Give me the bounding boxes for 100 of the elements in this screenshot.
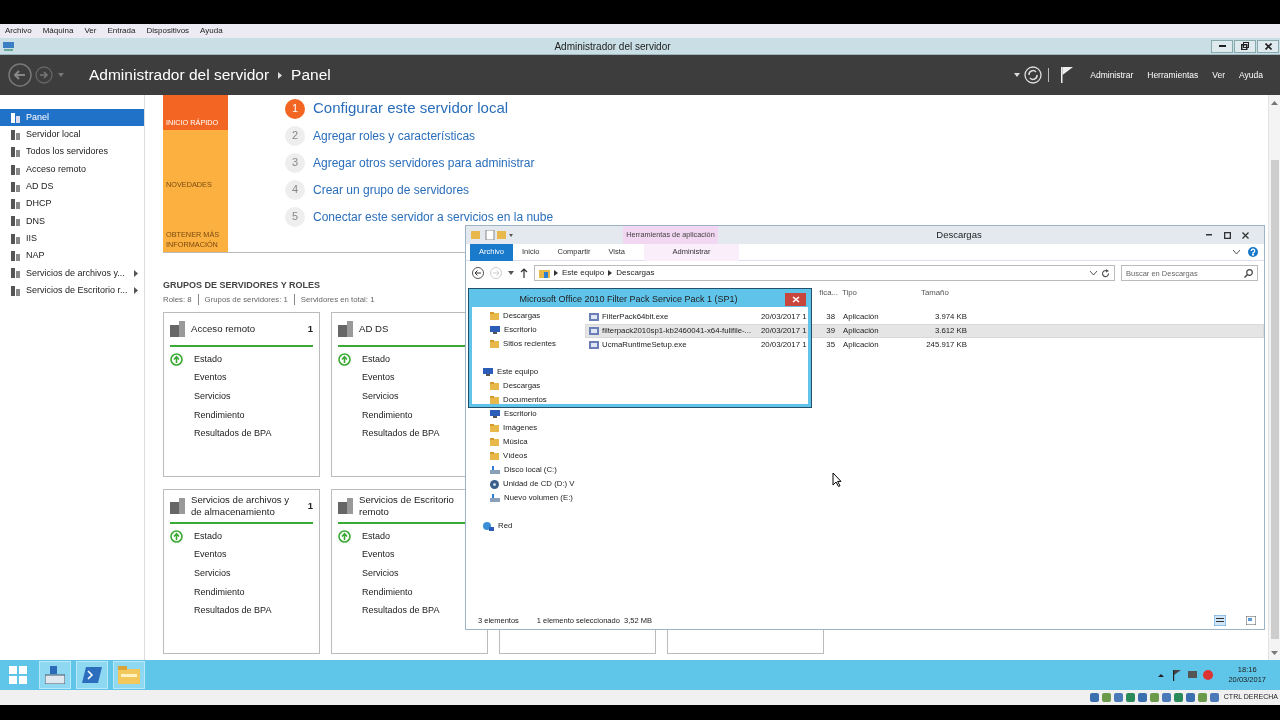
tile-link[interactable]: Rendimiento xyxy=(194,408,245,422)
refresh-icon xyxy=(1101,268,1110,278)
sidebar-item[interactable]: DNS xyxy=(0,212,144,231)
tile-link[interactable]: Servicios xyxy=(194,566,231,581)
breadcrumb-link[interactable]: Administrador del servidor xyxy=(89,63,270,87)
step-link[interactable]: Agregar roles y características xyxy=(313,126,476,145)
minimize-icon xyxy=(1218,45,1226,47)
refresh-icon xyxy=(1024,66,1043,84)
server-icon xyxy=(11,216,20,227)
menu-item[interactable]: Ayuda xyxy=(1232,68,1270,82)
step-number: 3 xyxy=(285,152,305,173)
help-icon xyxy=(1248,247,1258,257)
menu-item[interactable]: Ver xyxy=(1205,68,1233,82)
status-ok-icon xyxy=(338,530,351,544)
sidebar-item[interactable]: Todos los servidores xyxy=(0,143,144,161)
tile-link[interactable]: Servicios xyxy=(194,389,231,404)
menu-item[interactable]: Entrada xyxy=(107,25,136,37)
details-view-icon xyxy=(1214,615,1226,626)
taskbar-button[interactable] xyxy=(39,661,71,689)
close-icon xyxy=(791,296,800,303)
tile-link[interactable]: Eventos xyxy=(362,371,395,385)
sidebar-item[interactable]: Acceso remoto xyxy=(0,160,144,179)
folder-icon xyxy=(490,424,499,432)
tile-title[interactable]: Servicios de Escritorio remoto xyxy=(359,493,467,519)
tile-link[interactable]: Estado xyxy=(194,529,223,544)
step-link[interactable]: Crear un grupo de servidores xyxy=(313,180,470,199)
menu-item[interactable]: Máquina xyxy=(42,25,74,37)
windows-icon xyxy=(9,666,27,684)
tile-link[interactable]: Rendimiento xyxy=(362,585,413,599)
sidebar-item[interactable]: AD DS xyxy=(0,178,144,196)
server-icon xyxy=(11,147,20,158)
menu-item[interactable]: Dispositivos xyxy=(146,25,190,37)
minimize-icon xyxy=(1206,234,1212,236)
menu-item[interactable]: Ver xyxy=(84,25,97,37)
step-link[interactable]: Conectar este servidor a servicios en la nube xyxy=(313,207,554,226)
minimize-button[interactable] xyxy=(1211,39,1233,53)
close-button[interactable] xyxy=(1257,39,1279,53)
sidebar-item[interactable]: Servidor local xyxy=(0,126,144,144)
tile-link[interactable]: Eventos xyxy=(194,548,227,562)
scroll-up-icon xyxy=(1271,101,1278,105)
sidebar-item[interactable]: DHCP xyxy=(0,195,144,213)
tile-title[interactable]: AD DS xyxy=(359,322,389,336)
tile-link[interactable]: Resultados de BPA xyxy=(194,427,272,441)
installer-icon xyxy=(589,340,599,350)
mouse-pointer-icon xyxy=(832,472,842,487)
tile-link[interactable]: Eventos xyxy=(194,371,227,385)
sidebar-item[interactable]: Servicios de Escritorio r... xyxy=(0,281,144,300)
folder-icon xyxy=(490,312,499,320)
tile-link[interactable]: Resultados de BPA xyxy=(362,427,440,441)
sidebar-item[interactable]: Servicios de archivos y... xyxy=(0,264,144,282)
menu-item[interactable]: Archivo xyxy=(5,25,32,37)
restore-icon xyxy=(1241,42,1249,50)
folder-icon xyxy=(490,452,499,460)
tile-link[interactable]: Estado xyxy=(362,352,391,367)
scrollbar[interactable] xyxy=(1268,95,1280,660)
step-link[interactable]: Agregar otros servidores para administrar xyxy=(313,153,535,172)
scroll-down-icon xyxy=(1271,651,1278,655)
step-number: 2 xyxy=(285,125,305,146)
tile-link[interactable]: Resultados de BPA xyxy=(362,604,440,618)
taskbar-button[interactable] xyxy=(76,661,108,689)
server-icon xyxy=(11,112,20,123)
tile-link[interactable]: Rendimiento xyxy=(362,408,413,422)
server-icon xyxy=(11,164,20,175)
notifications-button[interactable] xyxy=(1061,67,1074,83)
back-button[interactable] xyxy=(8,63,32,87)
quick-access-icons-drawing xyxy=(471,230,513,240)
server-icon xyxy=(170,498,185,515)
sidebar-item[interactable]: Panel xyxy=(0,109,144,127)
terminal-icon xyxy=(82,667,102,683)
menu-item[interactable]: Administrar xyxy=(1083,68,1141,82)
tile-title[interactable]: Acceso remoto xyxy=(191,322,255,336)
dialog-title: Microsoft Office 2010 Filter Pack Service Pack 1 (SP1) xyxy=(518,292,739,306)
folder-icon xyxy=(490,396,499,404)
tile-link[interactable]: Estado xyxy=(194,352,223,367)
step-link[interactable]: Configurar este servidor local xyxy=(313,97,509,120)
server-icon xyxy=(11,129,20,140)
forward-icon xyxy=(490,267,502,279)
tile-link[interactable]: Rendimiento xyxy=(194,585,245,599)
server-icon xyxy=(170,321,185,338)
chevron-icon xyxy=(608,270,613,276)
sidebar-item[interactable]: IIS xyxy=(0,230,144,248)
tile-link[interactable]: Resultados de BPA xyxy=(194,604,272,618)
tile-link[interactable]: Eventos xyxy=(362,548,395,562)
address-bar[interactable]: Este equipo Descargas xyxy=(534,265,1115,281)
drive-icon xyxy=(490,466,500,474)
up-arrow-icon xyxy=(520,268,528,278)
sidebar-item[interactable]: NAP xyxy=(0,247,144,265)
large-icons-view-icon xyxy=(1246,616,1256,625)
step-number: 1 xyxy=(285,98,305,119)
menu-item[interactable]: Herramientas xyxy=(1140,68,1206,82)
back-icon xyxy=(8,63,32,87)
tile-title[interactable]: Servicios de archivos y de almacenamiento xyxy=(191,493,299,519)
refresh-button[interactable] xyxy=(1024,66,1043,84)
tile-link[interactable]: Estado xyxy=(362,529,391,544)
tile-link[interactable]: Servicios xyxy=(362,389,399,404)
restore-button[interactable] xyxy=(1234,39,1256,53)
window-title: Administrador del servidor xyxy=(553,39,672,54)
disc-icon xyxy=(490,479,499,489)
menu-item[interactable]: Ayuda xyxy=(200,25,223,37)
tile-link[interactable]: Servicios xyxy=(362,566,399,581)
